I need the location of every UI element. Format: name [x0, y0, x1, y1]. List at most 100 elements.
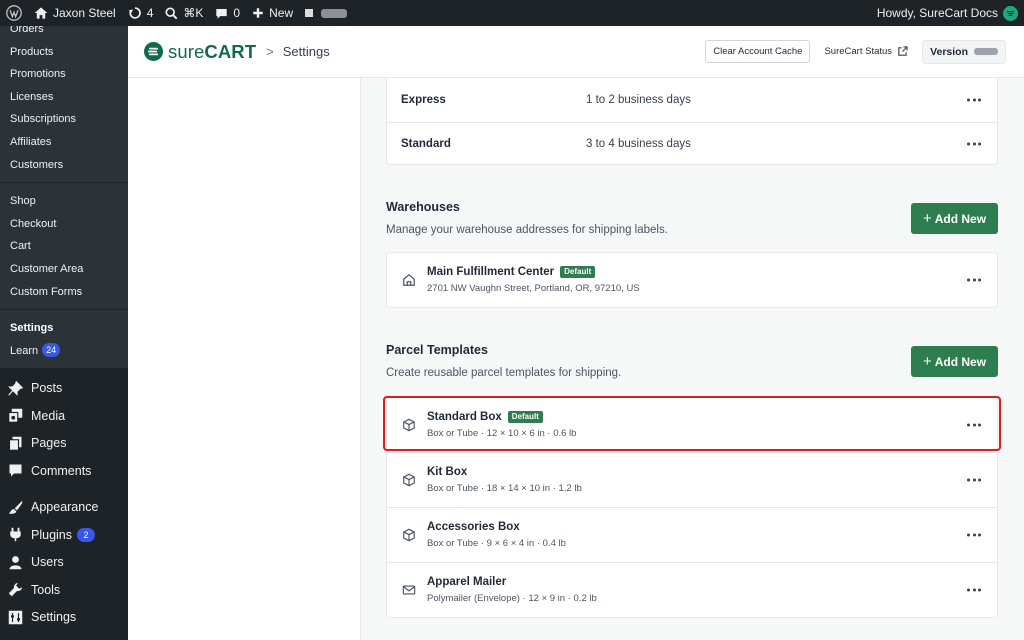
updates-link[interactable]: 4 [122, 0, 160, 26]
sidebar-item-appearance[interactable]: Appearance [0, 493, 128, 521]
add-warehouse-label: Add New [934, 211, 987, 226]
sidebar-item-label: Tools [31, 582, 61, 597]
sidebar-item-comments[interactable]: Comments [0, 457, 128, 485]
sidebar-item-label: Comments [31, 463, 92, 478]
submenu-item-shop[interactable]: Shop [0, 190, 128, 213]
comment-icon [9, 464, 22, 477]
sidebar-item-settings[interactable]: Settings [0, 603, 128, 631]
add-warehouse-button[interactable]: + Add New [911, 203, 998, 234]
updates-icon [128, 7, 141, 19]
new-label: New [269, 6, 294, 20]
default-badge: Default [560, 266, 596, 278]
list-item[interactable]: Standard Box Default Box or Tube · 12 × … [387, 397, 997, 452]
sidebar-item-posts[interactable]: Posts [0, 374, 128, 402]
more-actions-icon[interactable] [967, 533, 981, 537]
sidebar-item-pages[interactable]: Pages [0, 429, 128, 457]
list-item[interactable]: Accessories Box Box or Tube · 9 × 6 × 4 … [387, 507, 997, 562]
submenu-item-affiliates[interactable]: Affiliates [0, 131, 128, 154]
shipping-rates-card: Express 1 to 2 business days Standard 3 … [386, 78, 998, 165]
version-value-redacted [974, 48, 998, 55]
submenu-divider [0, 182, 128, 184]
submenu-item-cart[interactable]: Cart [0, 235, 128, 258]
paintbrush-icon [8, 500, 23, 514]
comment-icon [216, 8, 228, 19]
box-icon [387, 473, 427, 487]
list-item[interactable]: Apparel Mailer Polymailer (Envelope) · 1… [387, 562, 997, 617]
parcel-name: Apparel Mailer [427, 576, 507, 588]
comments-link[interactable]: 0 [209, 0, 246, 26]
shipping-rate-time: 3 to 4 business days [586, 137, 691, 150]
version-label: Version [930, 45, 968, 58]
add-parcel-template-button[interactable]: + Add New [911, 346, 998, 377]
logo-text-bold: CART [204, 40, 257, 62]
warehouse-icon [387, 273, 427, 287]
sidebar-item-label: Posts [31, 381, 63, 396]
list-item[interactable]: Express 1 to 2 business days [387, 78, 997, 122]
home-icon [34, 7, 48, 19]
submenu-item-subscriptions[interactable]: Subscriptions [0, 108, 128, 131]
more-actions-icon[interactable] [967, 142, 981, 145]
wordpress-logo-icon[interactable] [0, 0, 28, 26]
plugins-badge: 2 [77, 527, 95, 542]
plus-icon: + [922, 209, 932, 227]
sidebar-item-tools[interactable]: Tools [0, 576, 128, 604]
parcel-name: Kit Box [427, 466, 468, 478]
admin-sidebar: Orders Products Promotions Licenses Subs… [0, 26, 128, 640]
redacted-plugin-item[interactable] [299, 0, 353, 26]
sidebar-item-label: Plugins [31, 527, 72, 542]
more-actions-icon[interactable] [967, 98, 981, 102]
sidebar-item-label: Users [31, 555, 64, 570]
pages-icon [8, 436, 22, 451]
default-badge: Default [507, 410, 543, 423]
list-item[interactable]: Kit Box Box or Tube · 18 × 14 × 10 in · … [387, 452, 997, 507]
list-item[interactable]: Main Fulfillment Center Default 2701 NW … [387, 253, 997, 307]
submenu-item-settings[interactable]: Settings [0, 317, 128, 340]
user-icon [9, 555, 22, 569]
site-name-link[interactable]: Jaxon Steel [28, 0, 122, 26]
parcel-name: Standard Box [427, 410, 502, 423]
submenu-item-licenses[interactable]: Licenses [0, 86, 128, 109]
search-command-link[interactable]: ⌘K [159, 0, 209, 26]
submenu-item-orders[interactable]: Orders [0, 26, 128, 41]
howdy-greeting: Howdy, SureCart Docs [876, 6, 998, 20]
surecart-status-link[interactable]: SureCart Status [824, 46, 908, 57]
surecart-header: sureCART > Settings Clear Account Cache … [128, 26, 1024, 78]
media-icon [8, 408, 23, 423]
plugin-icon [10, 527, 21, 542]
submenu-item-custom-forms[interactable]: Custom Forms [0, 281, 128, 304]
avatar [1003, 5, 1018, 21]
sidebar-item-users[interactable]: Users [0, 548, 128, 576]
more-actions-icon[interactable] [967, 423, 981, 426]
submenu-item-customer-area[interactable]: Customer Area [0, 258, 128, 281]
sidebar-item-label: Pages [31, 436, 67, 451]
new-content-link[interactable]: New [246, 0, 299, 26]
status-link-label: SureCart Status [824, 46, 893, 57]
more-actions-icon[interactable] [967, 478, 981, 482]
surecart-logo[interactable]: sureCART [144, 41, 256, 63]
sidebar-item-label: Media [31, 408, 66, 423]
parcel-templates-description: Create reusable parcel templates for shi… [386, 367, 622, 379]
sidebar-item-label: Appearance [31, 500, 99, 515]
sidebar-item-plugins[interactable]: Plugins 2 [0, 521, 128, 549]
plus-icon [253, 8, 263, 18]
submenu-item-promotions[interactable]: Promotions [0, 63, 128, 86]
submenu-item-customers[interactable]: Customers [0, 154, 128, 177]
pushpin-icon [8, 380, 23, 396]
learn-label: Learn [10, 344, 39, 357]
shipping-rate-name: Standard [401, 137, 451, 150]
submenu-item-learn[interactable]: Learn 24 [0, 340, 128, 363]
parcel-details: Polymailer (Envelope) · 12 × 9 in · 0.2 … [427, 593, 597, 604]
warehouse-address: 2701 NW Vaughn Street, Portland, OR, 972… [427, 283, 640, 294]
submenu-item-products[interactable]: Products [0, 41, 128, 64]
sidebar-item-media[interactable]: Media [0, 402, 128, 430]
parcel-templates-card: Standard Box Default Box or Tube · 12 × … [386, 396, 998, 618]
add-parcel-label: Add New [934, 354, 987, 369]
submenu-item-checkout[interactable]: Checkout [0, 213, 128, 236]
more-actions-icon[interactable] [967, 278, 981, 282]
list-item[interactable]: Standard 3 to 4 business days [387, 122, 997, 164]
parcel-details: Box or Tube · 9 × 6 × 4 in · 0.4 lb [427, 538, 566, 549]
account-menu[interactable]: Howdy, SureCart Docs [876, 5, 1024, 21]
more-actions-icon[interactable] [967, 588, 981, 592]
clear-cache-button[interactable]: Clear Account Cache [705, 40, 811, 63]
surecart-logo-icon [144, 42, 163, 61]
